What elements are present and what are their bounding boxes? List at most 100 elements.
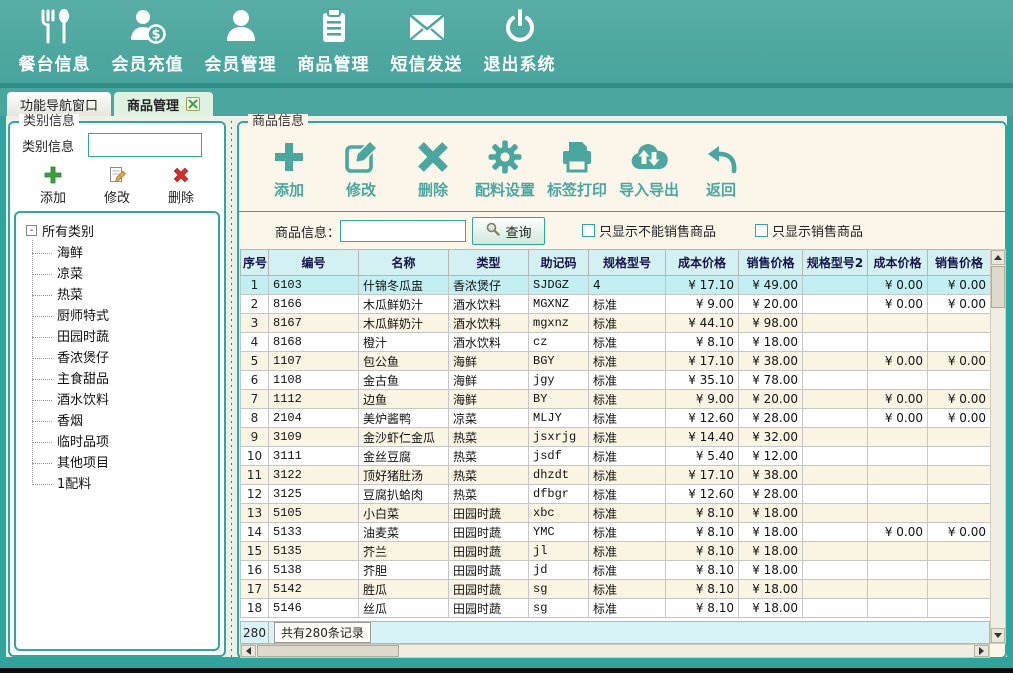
- table-row[interactable]: 103111金丝豆腐热菜jsdf标准¥ 5.40¥ 12.00: [241, 447, 991, 466]
- category-add-button[interactable]: 添加: [26, 165, 80, 206]
- column-header[interactable]: 类型: [449, 250, 529, 276]
- tab-close-icon[interactable]: [186, 97, 200, 111]
- table-cell: [928, 599, 991, 618]
- scroll-down-button[interactable]: [991, 628, 1005, 643]
- table-row[interactable]: 123125豆腐扒蛤肉热菜dfbgr标准¥ 12.60¥ 28.00: [241, 485, 991, 504]
- menu-item-label: 退出系统: [484, 50, 556, 75]
- cloud-updown-icon: [629, 135, 669, 179]
- vertical-scroll-thumb[interactable]: [991, 266, 1005, 308]
- table-row[interactable]: 61108金古鱼海鲜jgy标准¥ 35.10¥ 78.00: [241, 371, 991, 390]
- menu-item-exit-system[interactable]: 退出系统: [473, 0, 566, 80]
- table-cell: 1108: [269, 371, 359, 390]
- toolbar-modify-button[interactable]: 修改: [325, 131, 397, 209]
- table-cell: 热菜: [449, 466, 529, 485]
- tree-item[interactable]: 其他项目: [57, 453, 218, 474]
- menu-item-member-manage[interactable]: 会员管理: [194, 0, 287, 80]
- checkbox-box[interactable]: [755, 224, 768, 237]
- table-row[interactable]: 185146丝瓜田园时蔬sg标准¥ 8.10¥ 18.00: [241, 599, 991, 618]
- tree-item[interactable]: 主食甜品: [57, 369, 218, 390]
- menu-item-label: 会员充值: [112, 50, 184, 75]
- vertical-scrollbar[interactable]: [990, 249, 1006, 644]
- table-cell: 热菜: [449, 447, 529, 466]
- toolbar-delete-button[interactable]: 删除: [397, 131, 469, 209]
- clipboard-icon: [314, 4, 354, 50]
- horizontal-scrollbar[interactable]: [240, 644, 990, 658]
- column-header[interactable]: 销售价格: [739, 250, 803, 276]
- scroll-right-button[interactable]: [974, 645, 989, 657]
- tree-item[interactable]: 海鲜: [57, 243, 218, 264]
- checkbox-show-sellable[interactable]: 只显示销售商品: [755, 221, 863, 240]
- menu-item-product-manage[interactable]: 商品管理: [287, 0, 380, 80]
- table-cell: 木瓜鲜奶汁: [359, 295, 449, 314]
- tree-item[interactable]: 田园时蔬: [57, 327, 218, 348]
- column-header[interactable]: 规格型号2: [803, 250, 868, 276]
- tree-item[interactable]: 热菜: [57, 285, 218, 306]
- tree-item[interactable]: 1配料: [57, 474, 218, 495]
- menu-item-sms-send[interactable]: 短信发送: [380, 0, 473, 80]
- horizontal-scroll-thumb[interactable]: [257, 645, 399, 657]
- table-row[interactable]: 135105小白菜田园时蔬xbc标准¥ 8.10¥ 18.00: [241, 504, 991, 523]
- table-cell: [803, 276, 868, 295]
- table-row[interactable]: 71112边鱼海鲜BY标准¥ 9.00¥ 20.00¥ 0.00¥ 0.00: [241, 390, 991, 409]
- tree-item[interactable]: 香浓煲仔: [57, 348, 218, 369]
- toolbar-return-button[interactable]: 返回: [685, 131, 757, 209]
- tree-item[interactable]: 香烟: [57, 411, 218, 432]
- menu-item-table-info[interactable]: 餐台信息: [8, 0, 101, 80]
- table-row[interactable]: 93109金沙虾仁金瓜热菜jsxrjg标准¥ 14.40¥ 32.00: [241, 428, 991, 447]
- toolbar-ingredient-setting-button[interactable]: 配料设置: [469, 131, 541, 209]
- table-cell: ¥ 8.10: [666, 561, 739, 580]
- category-actions: 添加修改删除: [10, 165, 224, 206]
- table-row[interactable]: 155135芥兰田园时蔬jl标准¥ 8.10¥ 18.00: [241, 542, 991, 561]
- tree-item[interactable]: 厨师特式: [57, 306, 218, 327]
- table-cell: 小白菜: [359, 504, 449, 523]
- category-modify-button[interactable]: 修改: [90, 165, 144, 206]
- tree-root[interactable]: - 所有类别: [26, 221, 218, 240]
- table-row[interactable]: 82104美炉酱鸭凉菜MLJY标准¥ 12.60¥ 28.00¥ 0.00¥ 0…: [241, 409, 991, 428]
- table-row[interactable]: 38167木瓜鲜奶汁酒水饮料mgxnz标准¥ 44.10¥ 98.00: [241, 314, 991, 333]
- toolbar-button-label: 删除: [418, 179, 448, 200]
- tree-item[interactable]: 凉菜: [57, 264, 218, 285]
- table-cell: 标准: [589, 409, 666, 428]
- toolbar-import-export-button[interactable]: 导入导出: [613, 131, 685, 209]
- column-header[interactable]: 销售价格: [928, 250, 991, 276]
- tab-nav-window[interactable]: 功能导航窗口: [7, 92, 111, 116]
- table-cell: 金沙虾仁金瓜: [359, 428, 449, 447]
- status-bar: 280 共有280条记录: [240, 621, 990, 644]
- tree-item[interactable]: 临时品项: [57, 432, 218, 453]
- scroll-up-button[interactable]: [991, 250, 1005, 265]
- menu-item-member-recharge[interactable]: $会员充值: [101, 0, 194, 80]
- category-input[interactable]: [88, 133, 202, 157]
- table-row[interactable]: 113122顶好猪肚汤热菜dhzdt标准¥ 17.10¥ 38.00: [241, 466, 991, 485]
- tree-collapse-icon[interactable]: -: [26, 225, 37, 236]
- checkbox-show-unsellable[interactable]: 只显示不能销售商品: [582, 221, 716, 240]
- table-cell: 酒水饮料: [449, 333, 529, 352]
- table-row[interactable]: 51107包公鱼海鲜BGY标准¥ 17.10¥ 38.00¥ 0.00¥ 0.0…: [241, 352, 991, 371]
- category-delete-button[interactable]: 删除: [154, 165, 208, 206]
- search-input[interactable]: [340, 220, 466, 242]
- table-cell: ¥ 12.00: [739, 447, 803, 466]
- tab-product-manage[interactable]: 商品管理: [114, 92, 213, 116]
- table-row[interactable]: 165138芥胆田园时蔬jd标准¥ 8.10¥ 18.00: [241, 561, 991, 580]
- table-row[interactable]: 48168橙汁酒水饮料cz标准¥ 8.10¥ 18.00: [241, 333, 991, 352]
- column-header[interactable]: 助记码: [529, 250, 589, 276]
- column-header[interactable]: 规格型号: [589, 250, 666, 276]
- column-header[interactable]: 编号: [269, 250, 359, 276]
- table-row[interactable]: 175142胜瓜田园时蔬sg标准¥ 8.10¥ 18.00: [241, 580, 991, 599]
- panel-splitter[interactable]: [228, 121, 235, 657]
- search-button[interactable]: 查询: [472, 217, 545, 245]
- table-cell: [928, 314, 991, 333]
- column-header[interactable]: 成本价格: [868, 250, 928, 276]
- column-header[interactable]: 名称: [359, 250, 449, 276]
- column-header[interactable]: 成本价格: [666, 250, 739, 276]
- column-header[interactable]: 序号: [241, 250, 269, 276]
- toolbar-label-print-button[interactable]: 标签打印: [541, 131, 613, 209]
- table-row[interactable]: 145133油麦菜田园时蔬YMC标准¥ 8.10¥ 18.00¥ 0.00¥ 0…: [241, 523, 991, 542]
- tree-item[interactable]: 酒水饮料: [57, 390, 218, 411]
- table-row[interactable]: 16103什锦冬瓜盅香浓煲仔SJDGZ4¥ 17.10¥ 49.00¥ 0.00…: [241, 276, 991, 295]
- table-cell: 顶好猪肚汤: [359, 466, 449, 485]
- scroll-left-button[interactable]: [241, 645, 256, 657]
- table-row[interactable]: 28166木瓜鲜奶汁酒水饮料MGXNZ标准¥ 9.00¥ 20.00¥ 0.00…: [241, 295, 991, 314]
- checkbox-box[interactable]: [582, 224, 595, 237]
- table-cell: 包公鱼: [359, 352, 449, 371]
- toolbar-add-button[interactable]: 添加: [253, 131, 325, 209]
